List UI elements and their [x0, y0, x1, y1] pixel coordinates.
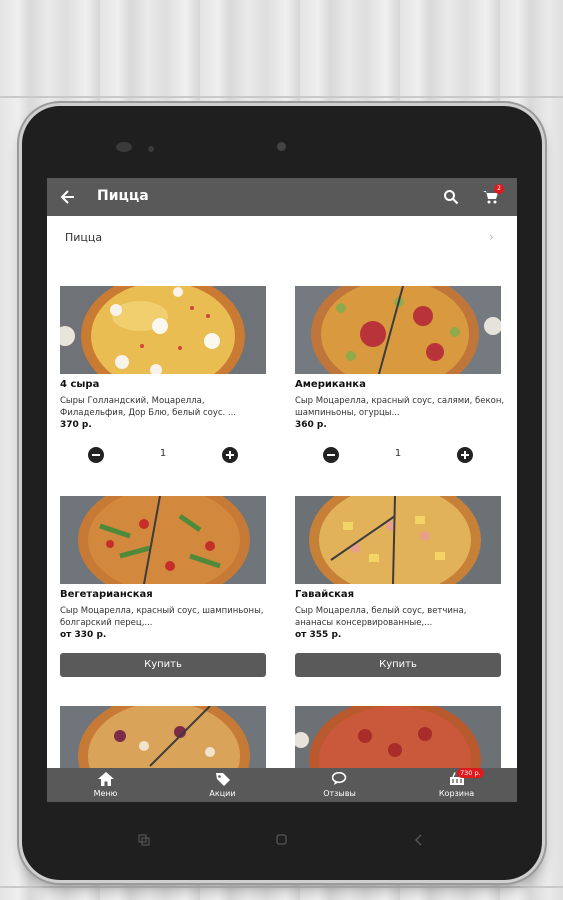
minus-icon[interactable]	[323, 447, 339, 463]
nav-label: Корзина	[438, 789, 475, 798]
nav-label: Меню	[93, 789, 118, 798]
cart-count-badge: 2	[494, 184, 504, 194]
basket-total-badge: 730 р.	[457, 768, 484, 778]
quantity-stepper: 1	[60, 443, 266, 467]
product-price: 360 р.	[295, 420, 327, 430]
pizza-hawaiian-image	[295, 496, 501, 584]
breadcrumb-label: Пицца	[65, 231, 103, 244]
minus-icon[interactable]	[88, 447, 104, 463]
nav-label: Акции	[209, 789, 236, 798]
plus-icon[interactable]	[222, 447, 238, 463]
app-bar: Пицца 2	[47, 178, 517, 216]
product-card[interactable]	[60, 706, 266, 794]
wood-plank-seam	[0, 886, 563, 888]
chevron-right-icon: ›	[489, 230, 494, 244]
product-price: от 330 р.	[60, 630, 107, 640]
product-price: 370 р.	[60, 420, 92, 430]
nav-item-reviews[interactable]: Отзывы	[281, 768, 398, 802]
plus-icon[interactable]	[457, 447, 473, 463]
quantity-value: 1	[394, 448, 402, 459]
product-description: Сыр Моцарелла, красный соус, шампиньоны,…	[60, 606, 264, 628]
product-price: от 355 р.	[295, 630, 342, 640]
recent-apps-icon[interactable]	[138, 834, 150, 846]
product-card[interactable]: Американка Сыр Моцарелла, красный соус, …	[295, 286, 504, 476]
search-icon[interactable]	[443, 189, 459, 205]
product-description: Сыр Моцарелла, белый соус, ветчина, анан…	[295, 606, 467, 628]
home-button-icon[interactable]	[276, 834, 287, 845]
nav-item-promotions[interactable]: Акции	[164, 768, 281, 802]
front-speaker	[116, 142, 132, 152]
product-card[interactable]: Гавайская Сыр Моцарелла, белый соус, вет…	[295, 496, 501, 686]
back-arrow-icon[interactable]	[59, 187, 77, 207]
chat-icon	[332, 772, 347, 785]
nav-item-menu[interactable]: Меню	[47, 768, 164, 802]
product-card[interactable]: 4 сыра Сыры Голландский, Моцарелла, Фила…	[60, 286, 266, 476]
buy-button[interactable]: Купить	[60, 653, 266, 677]
nav-label: Отзывы	[323, 789, 356, 798]
light-sensor	[148, 146, 154, 152]
product-card[interactable]	[295, 706, 501, 794]
pizza-four-cheese-image	[60, 286, 266, 374]
product-name: Американка	[295, 379, 366, 390]
quantity-value: 1	[159, 448, 167, 459]
breadcrumb[interactable]: Пицца ›	[47, 216, 517, 260]
buy-button[interactable]: Купить	[295, 653, 501, 677]
home-icon	[98, 772, 114, 786]
system-back-icon[interactable]	[413, 834, 423, 846]
product-description: Сыр Моцарелла, красный соус, салями, бек…	[295, 396, 505, 418]
app-screen: Пицца 2 Пицца › 4 сыра Сыры Голландский,…	[47, 178, 517, 802]
product-name: Гавайская	[295, 589, 355, 600]
product-name: 4 сыра	[60, 379, 100, 390]
quantity-stepper: 1	[295, 443, 501, 467]
pizza-vegetarian-image	[60, 496, 266, 584]
product-card[interactable]: Вегетарианская Сыр Моцарелла, красный со…	[60, 496, 266, 686]
tag-icon	[216, 773, 230, 786]
pizza-americanka-image	[295, 286, 501, 374]
front-camera	[277, 142, 286, 151]
nav-item-basket[interactable]: 730 р. Корзина	[398, 768, 515, 802]
product-name: Вегетарианская	[60, 589, 153, 600]
wood-plank-seam	[0, 96, 563, 98]
product-description: Сыры Голландский, Моцарелла, Филадельфия…	[60, 396, 237, 418]
page-title: Пицца	[97, 188, 149, 204]
bottom-navigation: Меню Акции Отзывы 730 р. Корзина	[47, 768, 517, 802]
